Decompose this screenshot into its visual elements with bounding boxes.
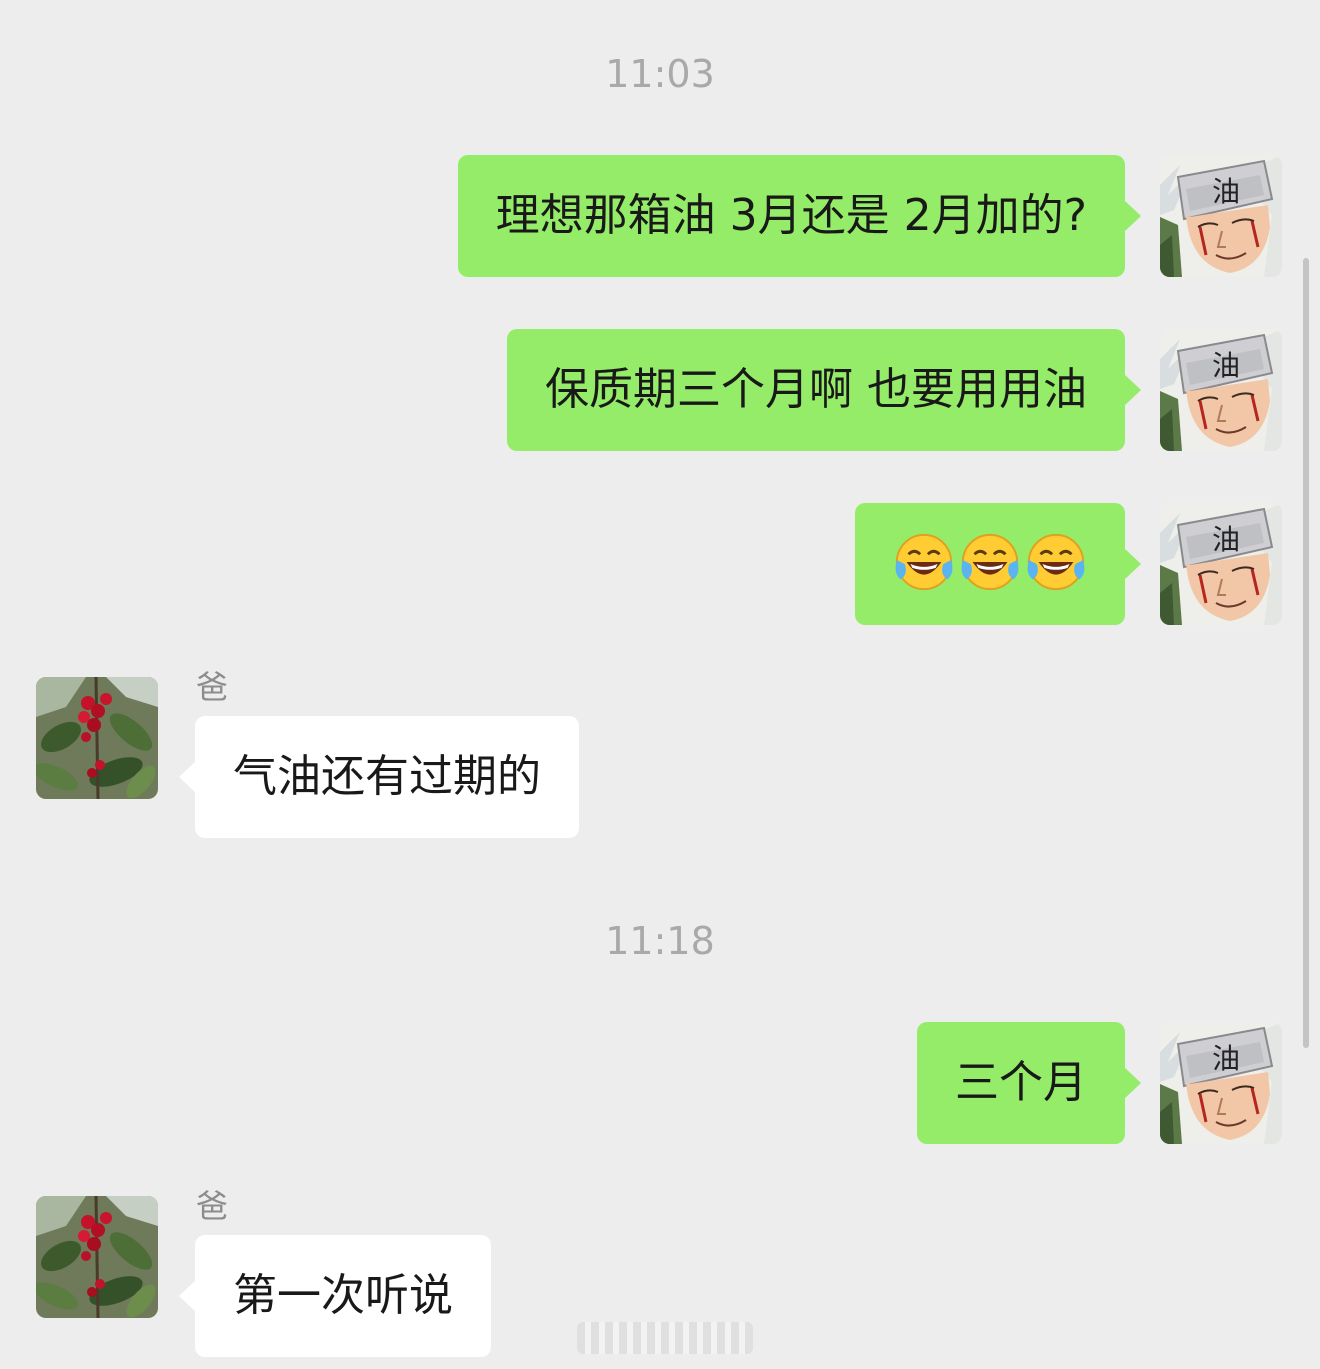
message-text: 第一次听说 [233, 1270, 453, 1321]
contact-avatar[interactable] [36, 677, 158, 799]
sender-name: 爸 [196, 1187, 229, 1225]
my-avatar[interactable] [1160, 1022, 1282, 1144]
message-bubble-outgoing[interactable] [855, 503, 1141, 625]
my-avatar[interactable] [1160, 155, 1282, 277]
emoji-group [893, 531, 1087, 593]
message-bubble-incoming[interactable]: 第一次听说 [179, 1235, 491, 1357]
face-with-tears-of-joy-icon [1025, 531, 1087, 593]
my-avatar[interactable] [1160, 503, 1282, 625]
my-avatar[interactable] [1160, 329, 1282, 451]
face-with-tears-of-joy-icon [959, 531, 1021, 593]
anime-character-icon [1160, 155, 1282, 277]
anime-character-icon [1160, 329, 1282, 451]
message-bubble-outgoing[interactable]: 三个月 [917, 1022, 1141, 1144]
message-text: 三个月 [955, 1057, 1087, 1108]
anime-character-icon [1160, 503, 1282, 625]
message-bubble-outgoing[interactable]: 理想那箱油 3月还是 2月加的? [457, 155, 1142, 277]
message-bubble-incoming[interactable]: 气油还有过期的 [179, 716, 579, 838]
message-bubble-outgoing[interactable]: 保质期三个月啊 也要用用油 [507, 329, 1141, 451]
cherry-tree-icon [36, 1196, 158, 1318]
timestamp: 11:03 [605, 52, 715, 96]
face-with-tears-of-joy-icon [893, 531, 955, 593]
message-text: 理想那箱油 3月还是 2月加的? [495, 190, 1087, 241]
cherry-tree-icon [36, 677, 158, 799]
timestamp: 11:18 [605, 919, 715, 963]
message-text: 气油还有过期的 [233, 751, 541, 802]
scrollbar[interactable] [1303, 258, 1309, 1048]
home-indicator [577, 1322, 753, 1354]
message-text: 保质期三个月啊 也要用用油 [545, 364, 1087, 415]
contact-avatar[interactable] [36, 1196, 158, 1318]
anime-character-icon [1160, 1022, 1282, 1144]
sender-name: 爸 [196, 668, 229, 706]
